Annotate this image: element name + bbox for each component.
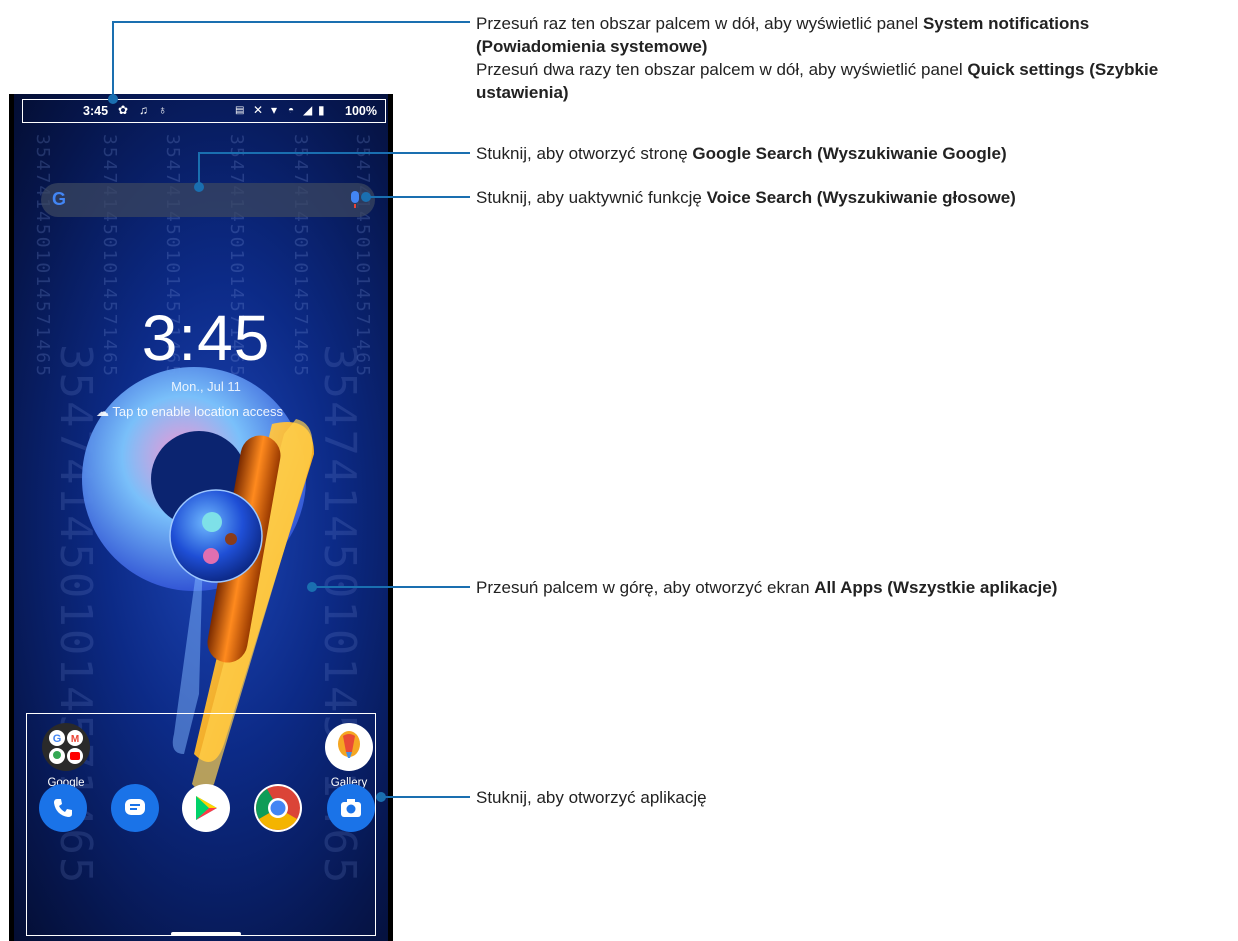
voice-search-annotation: Stuknij, aby uaktywnić funkcję Voice Sea…: [476, 186, 1016, 209]
voice-search-annotation-text: Stuknij, aby uaktywnić funkcję: [476, 188, 707, 207]
notifications-annotation: Przesuń raz ten obszar palcem w dół, aby…: [476, 12, 1176, 104]
all-apps-annotation: Przesuń palcem w górę, aby otworzyć ekra…: [476, 576, 1057, 599]
all-apps-annotation-text: Przesuń palcem w górę, aby otworzyć ekra…: [476, 578, 815, 597]
open-app-annotation-text: Stuknij, aby otworzyć aplikację: [476, 788, 707, 807]
notifications-annotation-text: Przesuń raz ten obszar palcem w dół, aby…: [476, 14, 923, 33]
all-apps-annotation-bold: All Apps (Wszystkie aplikacje): [814, 578, 1058, 597]
quick-settings-annotation-text: Przesuń dwa razy ten obszar palcem w dół…: [476, 60, 968, 79]
google-search-annotation-bold: Google Search (Wyszukiwanie Google): [692, 144, 1007, 163]
open-app-annotation: Stuknij, aby otworzyć aplikację: [476, 786, 707, 809]
google-search-annotation: Stuknij, aby otworzyć stronę Google Sear…: [476, 142, 1007, 165]
voice-search-annotation-bold: Voice Search (Wyszukiwanie głosowe): [706, 188, 1016, 207]
google-search-annotation-text: Stuknij, aby otworzyć stronę: [476, 144, 693, 163]
